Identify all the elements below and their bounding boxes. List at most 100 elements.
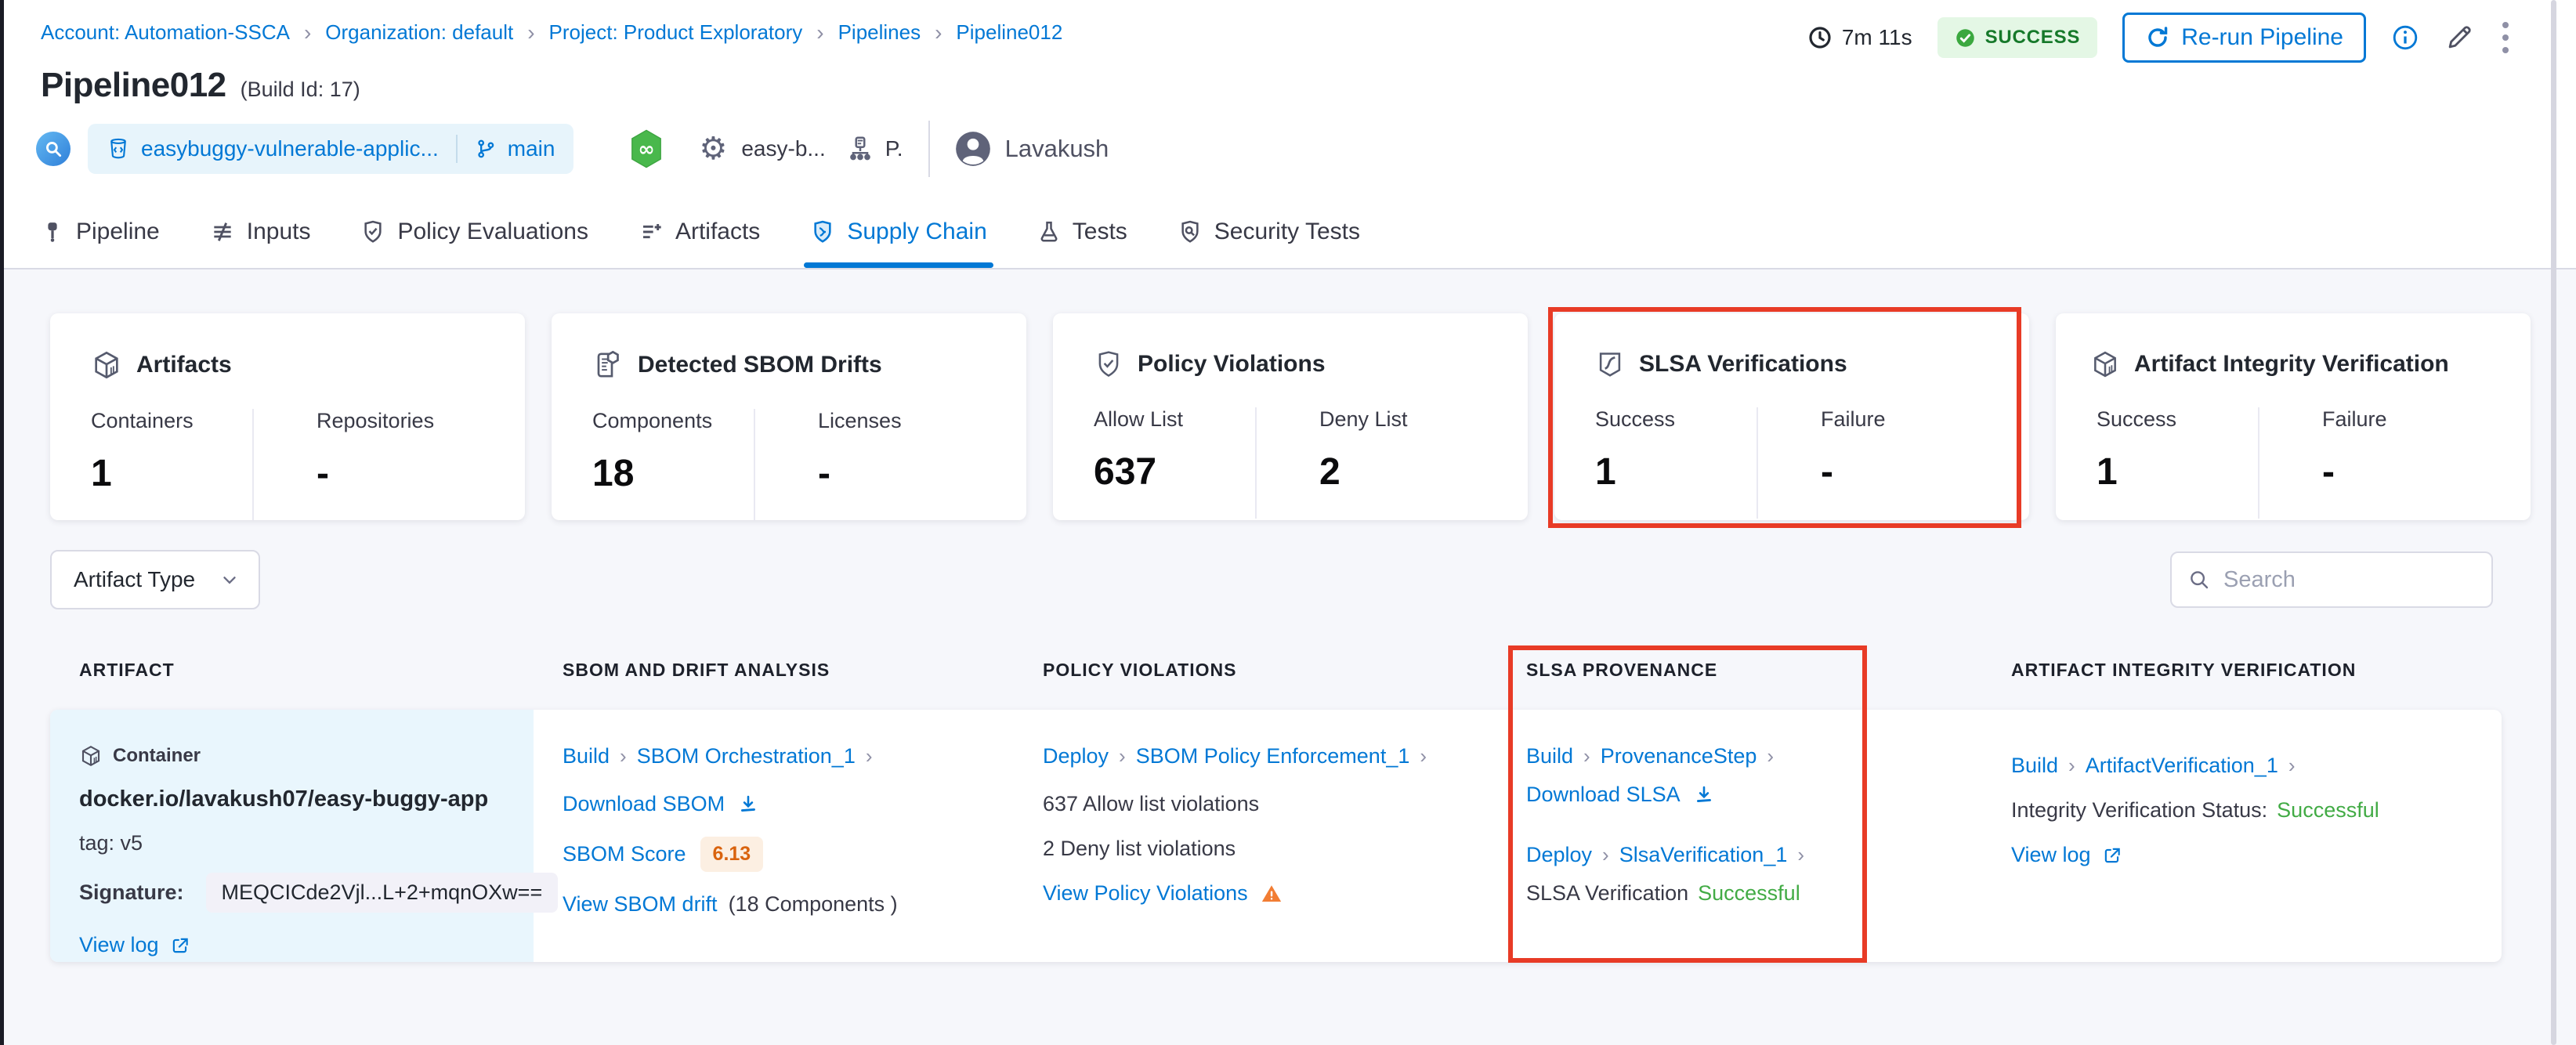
download-icon[interactable] bbox=[1693, 784, 1715, 806]
breadcrumb-item-account[interactable]: Account: Automation-SSCA bbox=[41, 20, 290, 45]
artifact-type-text: Container bbox=[113, 745, 201, 766]
metric-value: 637 bbox=[1094, 451, 1157, 493]
info-icon[interactable] bbox=[2391, 24, 2419, 52]
metric-label: Success bbox=[1595, 407, 1676, 431]
breadcrumb: Account: Automation-SSCA › Organization:… bbox=[41, 20, 1062, 45]
column-header-integrity: ARTIFACT INTEGRITY VERIFICATION bbox=[2011, 660, 2357, 680]
tab-label: Policy Evaluations bbox=[397, 219, 588, 244]
metric-value: 2 bbox=[1319, 451, 1340, 493]
execution-tabs: Pipeline Inputs Policy Evaluations Artif… bbox=[41, 196, 1360, 268]
table-header-row: ARTIFACT SBOM AND DRIFT ANALYSIS POLICY … bbox=[50, 660, 2502, 681]
slsa-shield-icon bbox=[1595, 349, 1625, 379]
view-log-link[interactable]: View log bbox=[79, 933, 159, 957]
metric-label: Repositories bbox=[317, 409, 435, 432]
policy-cell: Deploy › SBOM Policy Enforcement_1 › 637… bbox=[1014, 710, 1497, 962]
breadcrumb-item-project[interactable]: Project: Product Exploratory bbox=[549, 20, 803, 45]
more-options-kebab-icon[interactable] bbox=[2499, 19, 2512, 56]
stage-link[interactable]: Build bbox=[2011, 754, 2058, 778]
chevron-down-icon bbox=[219, 570, 240, 590]
view-policy-violations-link[interactable]: View Policy Violations bbox=[1043, 881, 1248, 906]
tab-supply-chain[interactable]: Supply Chain bbox=[804, 196, 994, 268]
card-policy-violations: Policy Violations Allow List 637 Deny Lis… bbox=[1053, 313, 1528, 520]
rerun-pipeline-button[interactable]: Re-run Pipeline bbox=[2122, 13, 2366, 63]
repo-branch-pill[interactable]: easybuggy-vulnerable-applic... main bbox=[88, 124, 574, 174]
metric-value: 18 bbox=[592, 453, 635, 494]
vertical-scrollbar[interactable] bbox=[2551, 0, 2556, 1045]
card-slsa-verifications: SLSA Verifications Success 1 Failure - bbox=[1554, 313, 2029, 520]
external-link-icon[interactable] bbox=[170, 935, 190, 956]
breadcrumb-item-pipeline012[interactable]: Pipeline012 bbox=[956, 20, 1062, 45]
tab-pipeline[interactable]: Pipeline bbox=[41, 196, 160, 268]
edit-pencil-icon[interactable] bbox=[2444, 23, 2474, 52]
chevron-right-icon: › bbox=[2288, 754, 2296, 777]
integrity-cell: Build › ArtifactVerification_1 › Integri… bbox=[1982, 710, 2502, 962]
branch-name[interactable]: main bbox=[508, 136, 555, 161]
sliders-icon bbox=[210, 219, 235, 244]
chevron-right-icon: › bbox=[1119, 744, 1126, 768]
stage-link[interactable]: Build bbox=[1526, 744, 1573, 768]
tab-inputs[interactable]: Inputs bbox=[210, 196, 311, 268]
column-header-artifact: ARTIFACT bbox=[79, 660, 175, 680]
tab-label: Artifacts bbox=[675, 219, 761, 244]
duration-text: 7m 11s bbox=[1841, 25, 1912, 49]
download-sbom-link[interactable]: Download SBOM bbox=[563, 792, 725, 816]
tab-label: Inputs bbox=[246, 219, 311, 244]
tab-security-tests[interactable]: Security Tests bbox=[1178, 196, 1360, 268]
user-avatar bbox=[955, 131, 991, 167]
slsa-verification-label: SLSA Verification bbox=[1526, 881, 1689, 905]
card-artifacts: Artifacts Containers 1 Repositories - bbox=[50, 313, 525, 520]
summary-cards: Artifacts Containers 1 Repositories - Dete… bbox=[50, 313, 2531, 520]
artifact-image-name: docker.io/lavakush07/easy-buggy-app bbox=[79, 786, 489, 812]
repo-name[interactable]: easybuggy-vulnerable-applic... bbox=[141, 136, 439, 161]
chevron-right-icon: › bbox=[935, 20, 942, 45]
container-cube-icon bbox=[79, 744, 103, 768]
breadcrumb-item-pipelines[interactable]: Pipelines bbox=[838, 20, 921, 45]
artifact-cell: Container docker.io/lavakush07/easy-bugg… bbox=[50, 710, 559, 962]
stage-link[interactable]: Build bbox=[563, 744, 610, 768]
cube-check-icon bbox=[2090, 349, 2120, 379]
step-link[interactable]: ProvenanceStep bbox=[1601, 744, 1757, 768]
view-log-link[interactable]: View log bbox=[2011, 843, 2091, 867]
supply-chain-shield-icon bbox=[810, 219, 835, 244]
card-artifact-integrity-verification: Artifact Integrity Verification Success 1… bbox=[2056, 313, 2531, 520]
status-text: SUCCESS bbox=[1984, 27, 2081, 48]
git-branch-icon bbox=[475, 138, 497, 160]
search-input[interactable] bbox=[2223, 566, 2458, 593]
signature-value[interactable]: MEQCICde2Vjl...L+2+mqnOXw== bbox=[205, 873, 559, 913]
column-header-sbom: SBOM AND DRIFT ANALYSIS bbox=[563, 660, 830, 680]
chevron-right-icon: › bbox=[303, 20, 312, 45]
tab-policy-evaluations[interactable]: Policy Evaluations bbox=[360, 196, 588, 268]
tab-artifacts[interactable]: Artifacts bbox=[639, 196, 760, 268]
check-circle-icon bbox=[1955, 27, 1976, 49]
metric-label: Containers bbox=[91, 409, 194, 432]
stage-short-label[interactable]: P. bbox=[885, 136, 903, 161]
deny-list-violations: 2 Deny list violations bbox=[1043, 837, 1236, 860]
card-title: Policy Violations bbox=[1138, 351, 1326, 377]
step-link[interactable]: SlsaVerification_1 bbox=[1619, 843, 1788, 867]
view-sbom-drift-link[interactable]: View SBOM drift bbox=[563, 892, 718, 917]
trigger-pipeline-name[interactable]: easy-b... bbox=[741, 136, 825, 161]
download-icon[interactable] bbox=[737, 794, 759, 815]
artifact-table-row: Container docker.io/lavakush07/easy-bugg… bbox=[50, 710, 2502, 962]
stage-link[interactable]: Deploy bbox=[1526, 843, 1592, 867]
step-link[interactable]: SBOM Policy Enforcement_1 bbox=[1136, 744, 1410, 768]
chevron-right-icon: › bbox=[527, 20, 535, 45]
stage-link[interactable]: Deploy bbox=[1043, 744, 1109, 768]
external-link-icon[interactable] bbox=[2102, 845, 2122, 866]
chevron-right-icon: › bbox=[1420, 744, 1427, 768]
metric-label: Allow List bbox=[1094, 407, 1184, 431]
step-link[interactable]: ArtifactVerification_1 bbox=[2086, 754, 2278, 778]
artifact-type-dropdown[interactable]: Artifact Type bbox=[50, 550, 260, 609]
tab-tests[interactable]: Tests bbox=[1037, 196, 1127, 268]
repository-icon bbox=[107, 137, 130, 161]
chevron-right-icon: › bbox=[2068, 754, 2075, 777]
metric-value: - bbox=[1821, 451, 1833, 493]
sbom-cell: Build › SBOM Orchestration_1 › Download … bbox=[534, 710, 1014, 962]
sbom-score-link[interactable]: SBOM Score bbox=[563, 842, 686, 866]
step-link[interactable]: SBOM Orchestration_1 bbox=[637, 744, 856, 768]
triggered-by-user: Lavakush bbox=[1004, 135, 1109, 162]
header: Account: Automation-SSCA › Organization:… bbox=[0, 0, 2576, 269]
download-slsa-link[interactable]: Download SLSA bbox=[1526, 783, 1681, 807]
chevron-right-icon: › bbox=[865, 744, 873, 768]
breadcrumb-item-organization[interactable]: Organization: default bbox=[325, 20, 513, 45]
